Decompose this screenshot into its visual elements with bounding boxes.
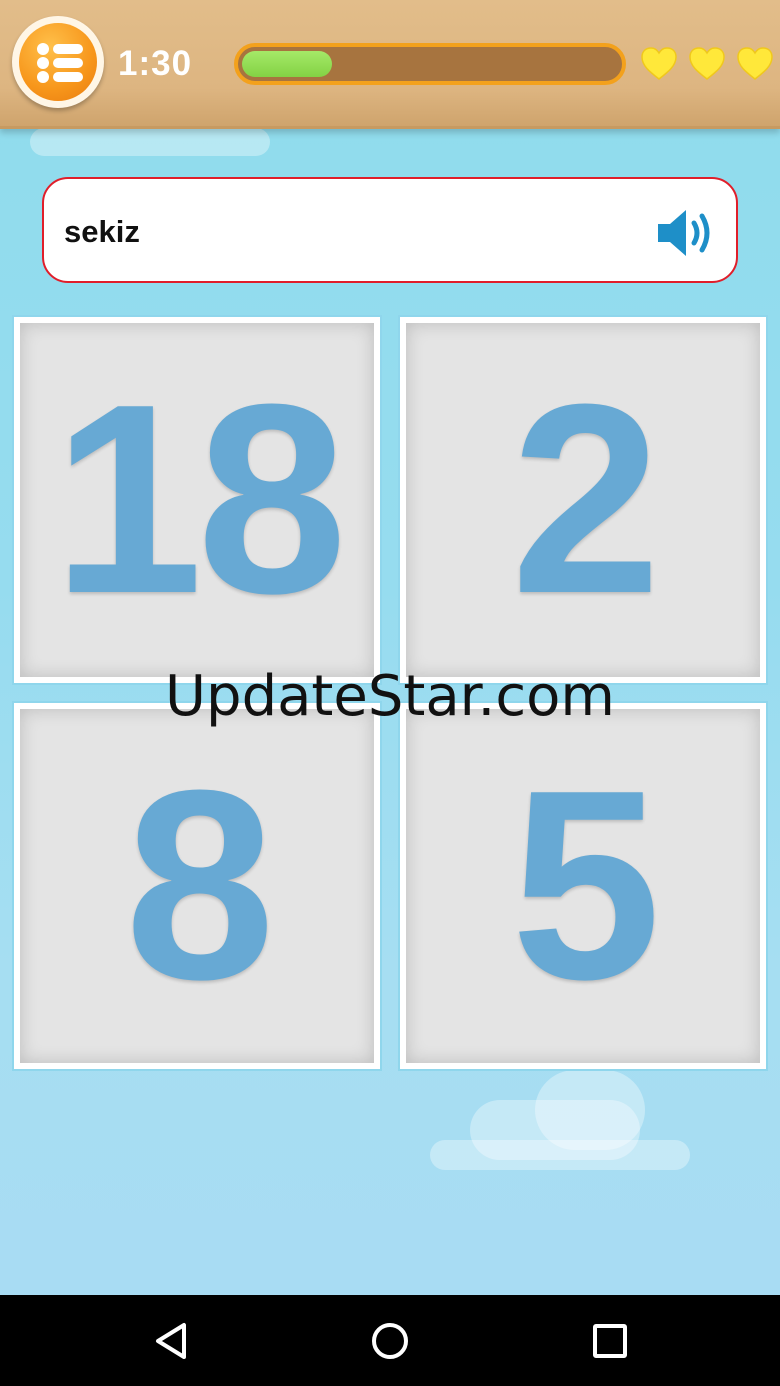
question-box: sekiz [42, 177, 738, 283]
game-screen: 1:30 sekiz 18 2 8 5 UpdateStar.com [0, 0, 780, 1295]
answer-card[interactable]: 8 [12, 701, 382, 1071]
card-number: 18 [52, 349, 347, 650]
card-face: 5 [406, 709, 760, 1063]
card-number: 8 [124, 735, 275, 1036]
answer-card[interactable]: 2 [398, 315, 768, 685]
card-number: 2 [510, 349, 661, 650]
back-triangle-icon[interactable] [148, 1317, 196, 1365]
cloud-decoration [535, 1070, 645, 1150]
timer: 1:30 [118, 44, 193, 83]
progress-bar [234, 43, 626, 85]
lives [640, 46, 780, 86]
menu-button[interactable] [12, 16, 104, 108]
home-circle-icon[interactable] [366, 1317, 414, 1365]
card-face: 8 [20, 709, 374, 1063]
top-bar: 1:30 [0, 0, 780, 129]
android-nav-bar [0, 1295, 780, 1386]
heart-icon [736, 46, 774, 82]
heart-icon [640, 46, 678, 82]
speaker-icon[interactable] [654, 207, 718, 259]
heart-icon [688, 46, 726, 82]
list-menu-icon [19, 23, 97, 101]
cloud-decoration [30, 128, 270, 156]
answer-card[interactable]: 18 [12, 315, 382, 685]
question-word: sekiz [64, 214, 140, 249]
card-face: 2 [406, 323, 760, 677]
watermark: UpdateStar.com [165, 664, 615, 729]
cloud-decoration [430, 1140, 690, 1170]
answer-card[interactable]: 5 [398, 701, 768, 1071]
progress-fill [242, 51, 332, 77]
card-number: 5 [510, 735, 661, 1036]
recents-square-icon[interactable] [586, 1317, 634, 1365]
card-face: 18 [20, 323, 374, 677]
